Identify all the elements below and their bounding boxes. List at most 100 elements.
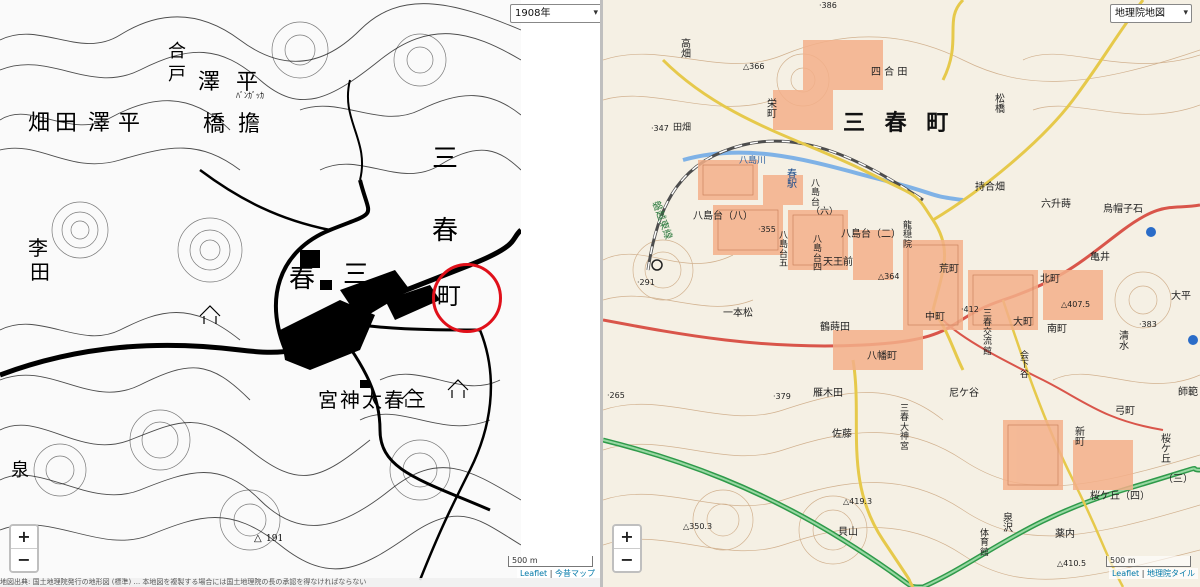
map-label: 澤 xyxy=(198,70,221,95)
map-label: 澤 xyxy=(88,111,111,136)
town-name-label: 三 春 町 xyxy=(843,111,955,136)
map-label: 天王前 xyxy=(823,257,853,268)
map-label: 持合畑 xyxy=(975,182,1005,193)
tile-select-value: 地理院地図 xyxy=(1115,8,1165,19)
map-label: 貝山 xyxy=(838,527,858,538)
map-label: 龍 穏 院 xyxy=(903,221,913,250)
map-label: △ xyxy=(254,533,262,544)
map-label: 田 xyxy=(55,111,78,136)
map-label: 一本松 xyxy=(723,308,753,319)
map-label: 中町 xyxy=(925,312,945,323)
leaflet-link[interactable]: Leaflet xyxy=(520,569,547,578)
year-select[interactable]: 1908年 ▾ xyxy=(510,4,600,23)
map-label: 鶴蒔田 xyxy=(820,322,850,333)
modern-map-pane[interactable]: 三 春 町 高 畑 四 合 田 栄 町 田畑 松 橋 八島川 春 駅 八島台（八… xyxy=(603,0,1200,587)
attribution-sep: | xyxy=(1141,569,1145,578)
map-label: 松 橋 xyxy=(995,94,1005,115)
map-label: 戸 xyxy=(168,64,186,85)
map-label: 佐藤 xyxy=(832,429,852,440)
map-label: 泉 xyxy=(11,460,29,481)
map-label: 清 水 xyxy=(1119,331,1129,352)
old-map-blank-area xyxy=(521,0,600,580)
map-label: 八 島 台 （六） xyxy=(811,179,839,218)
map-label: 桜 ケ 丘 xyxy=(1161,434,1171,465)
modern-map-zoom-control: + − xyxy=(612,524,642,573)
elevation-label: ·291 xyxy=(637,278,655,287)
map-label: 八 島 台 四 xyxy=(813,235,823,274)
map-label: 李 xyxy=(28,236,48,260)
elevation-label: △366 xyxy=(743,62,765,71)
scale-bar: 500 m xyxy=(1106,556,1191,567)
elevation-label: ·383 xyxy=(1139,320,1157,329)
map-label: 擔 xyxy=(238,112,261,137)
map-label: 烏帽子石 xyxy=(1103,204,1143,215)
river-label: 八島川 xyxy=(739,156,767,166)
elevation-label: △407.5 xyxy=(1061,300,1091,309)
map-label: 泉 沢 xyxy=(1003,513,1013,534)
map-label: 三 春 交 流 館 xyxy=(983,309,993,357)
map-label: 四 合 田 xyxy=(871,67,908,78)
map-label: 八島台（八） xyxy=(693,211,753,222)
zoom-out-button[interactable]: − xyxy=(11,549,37,571)
map-label: （三） xyxy=(1163,474,1193,485)
map-label: 八幡町 xyxy=(867,351,897,362)
map-label: 北町 xyxy=(1040,274,1060,285)
map-label: 春 xyxy=(432,216,459,246)
map-label: 高 畑 xyxy=(681,39,691,60)
map-label: 橋 xyxy=(203,112,226,137)
map-label: 三 xyxy=(343,260,370,290)
map-label: 大町 xyxy=(1013,317,1033,328)
copyright-note: 地図出典: 国土地理院発行の地形図 (標準) ... 本地図を複製する場合には国… xyxy=(0,578,600,587)
map-label: 会 下 谷 xyxy=(1020,351,1030,380)
map-label: 桜ケ丘（四） xyxy=(1090,491,1150,502)
map-label: 南町 xyxy=(1047,324,1067,335)
chevron-down-icon: ▾ xyxy=(593,8,598,18)
map-label: 六升蒔 xyxy=(1041,199,1071,210)
elevation-label: ·265 xyxy=(607,391,625,400)
elevation-label: ·412 xyxy=(961,305,979,314)
map-label: 亀井 xyxy=(1090,252,1110,263)
map-label: 弓町 xyxy=(1115,406,1135,417)
map-label: 八 島 台 五 xyxy=(779,231,789,270)
map-label: 春 xyxy=(289,264,316,294)
attribution-sep: | xyxy=(549,569,553,578)
map-label: 191 xyxy=(266,534,284,544)
attribution: Leaflet | 地理院タイル xyxy=(1108,568,1198,579)
elevation-label: ·386 xyxy=(819,1,837,10)
map-label: 雁木田 xyxy=(813,388,843,399)
map-label: 田 xyxy=(30,260,50,284)
location-highlight-circle xyxy=(432,263,502,333)
elevation-label: △350.3 xyxy=(683,522,713,531)
map-label: 八島台（二） xyxy=(841,229,901,240)
zoom-out-button[interactable]: − xyxy=(614,549,640,571)
map-label: 畑 xyxy=(28,111,51,136)
old-map-zoom-control: + − xyxy=(9,524,39,573)
map-label: ﾊﾞﾝｶﾞｯｶ xyxy=(236,91,264,100)
source-link[interactable]: 今昔マップ xyxy=(555,569,595,578)
map-label: 田畑 xyxy=(673,123,692,133)
map-label: 三 春 大 神 宮 xyxy=(900,404,910,452)
year-select-value: 1908年 xyxy=(515,8,551,19)
map-label: 栄 町 xyxy=(767,99,777,120)
chevron-down-icon: ▾ xyxy=(1183,8,1188,18)
map-label: 体 育 館 xyxy=(980,529,990,558)
map-label: 平 xyxy=(118,111,141,136)
elevation-label: △364 xyxy=(878,272,900,281)
tile-select[interactable]: 地理院地図 ▾ xyxy=(1110,4,1192,23)
map-label: 薬内 xyxy=(1055,529,1075,540)
elevation-label: ·355 xyxy=(758,225,776,234)
map-label: 大平 xyxy=(1171,291,1191,302)
leaflet-link[interactable]: Leaflet xyxy=(1112,569,1139,578)
map-label: 三 xyxy=(432,144,459,174)
zoom-in-button[interactable]: + xyxy=(614,526,640,549)
old-map-pane[interactable]: 畑 田 澤 平 合 戸 澤 平 橋 擔 ﾊﾞﾝｶﾞｯｶ 三 春 町 春 三 李 … xyxy=(0,0,600,587)
station-label: 春 駅 xyxy=(787,169,797,190)
zoom-in-button[interactable]: + xyxy=(11,526,37,549)
source-link[interactable]: 地理院タイル xyxy=(1147,569,1195,578)
map-label: 師範 xyxy=(1178,387,1198,398)
scale-bar: 500 m xyxy=(508,556,593,567)
map-label: 新 町 xyxy=(1075,427,1085,448)
elevation-label: ·379 xyxy=(773,392,791,401)
map-label: 尼ケ谷 xyxy=(949,388,979,399)
elevation-label: ·347 xyxy=(651,124,669,133)
